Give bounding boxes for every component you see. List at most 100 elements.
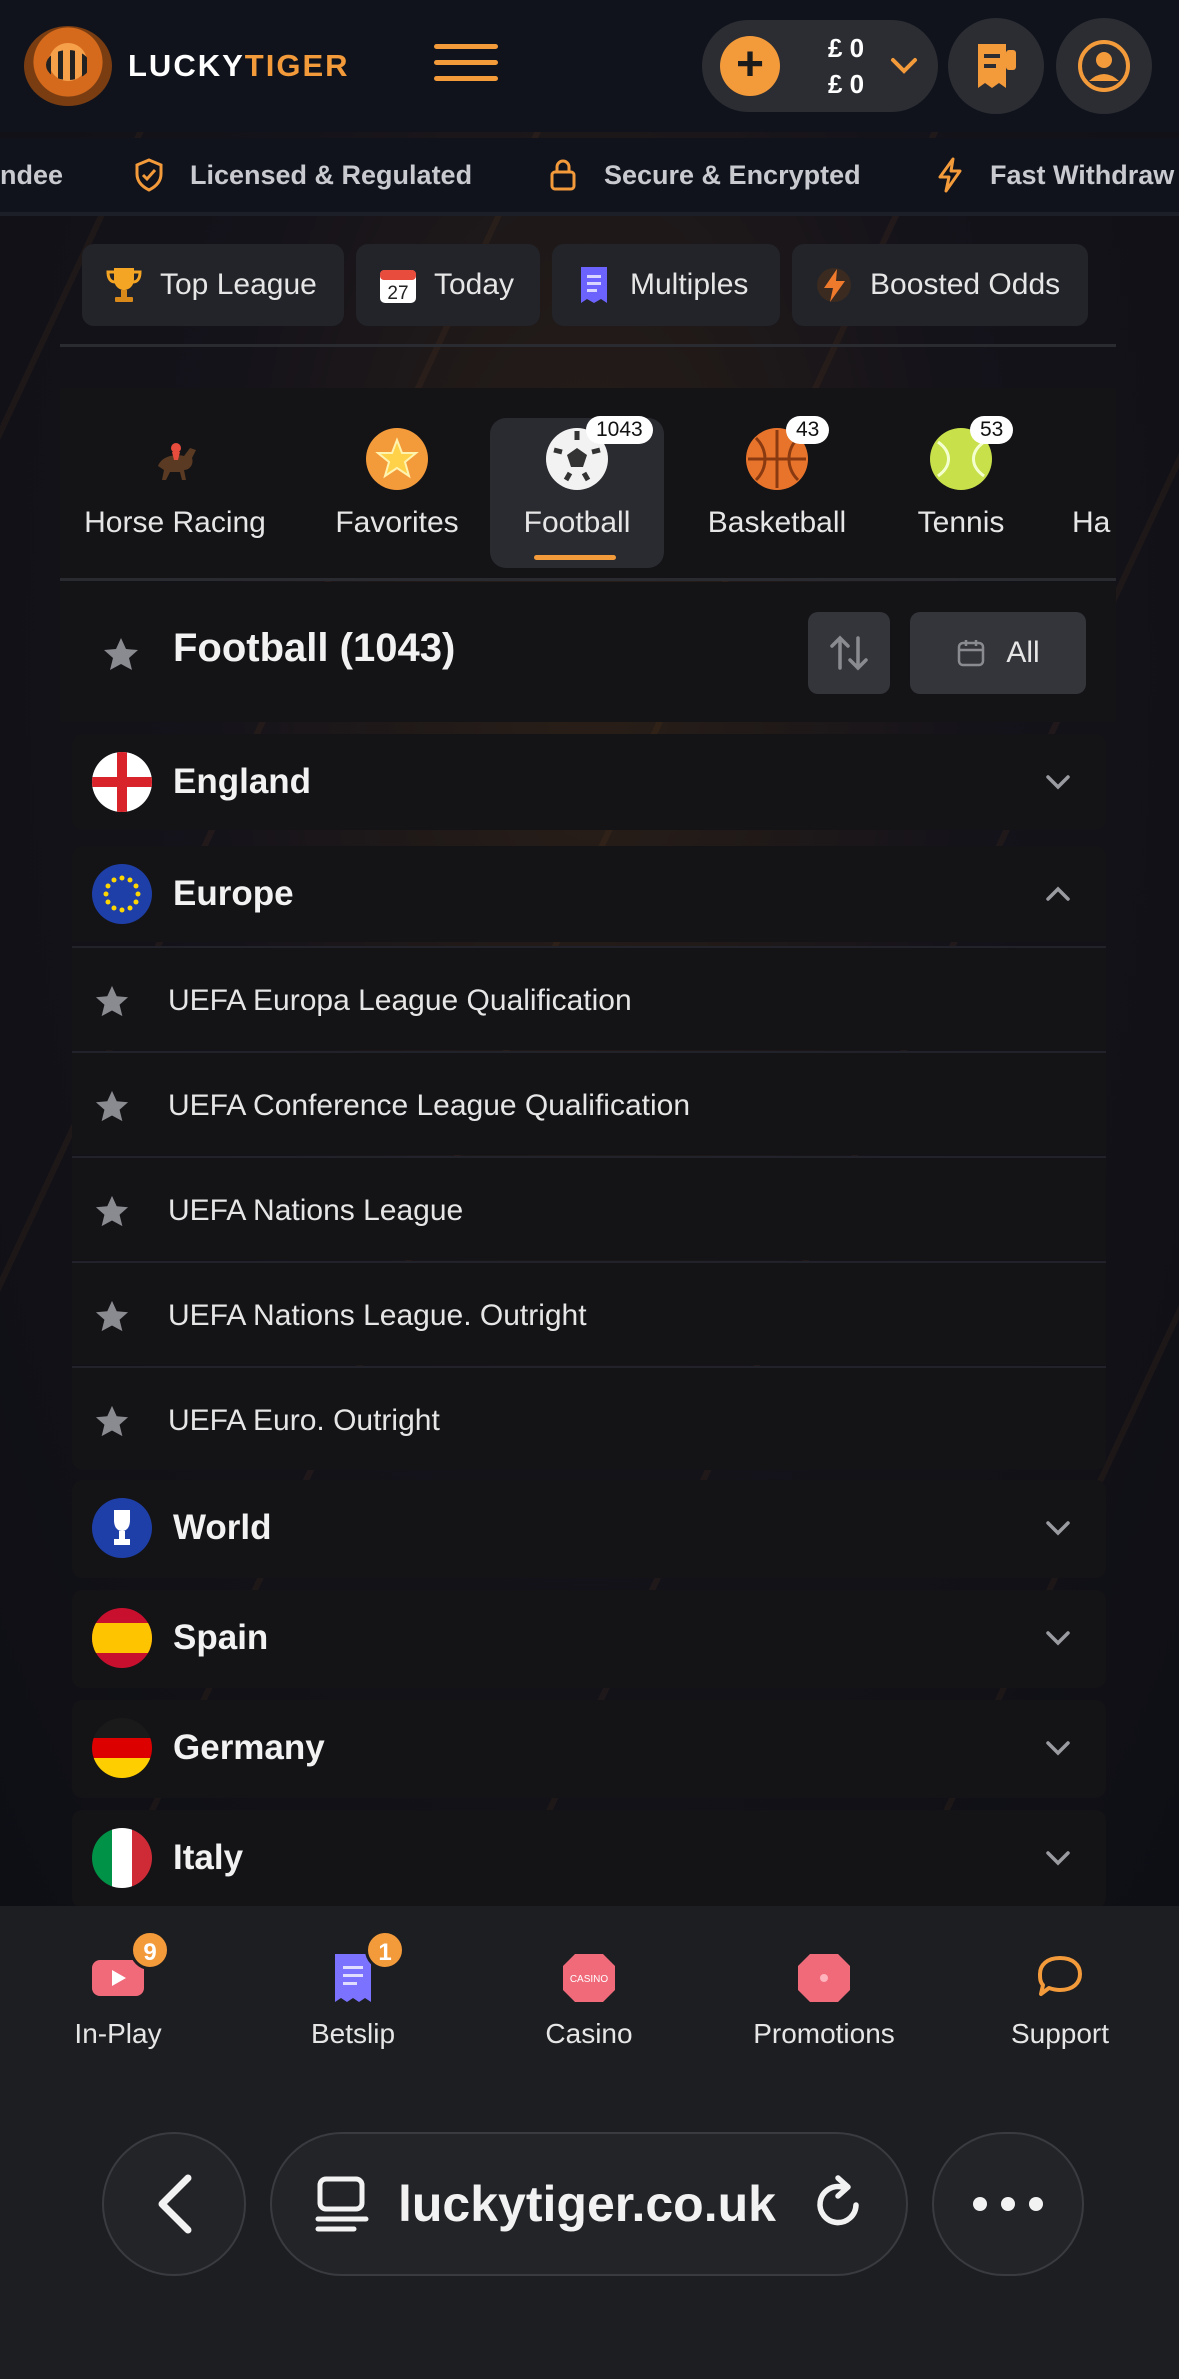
deposit-plus-icon[interactable]: + [720, 36, 780, 96]
horse-icon [144, 428, 206, 490]
star-icon[interactable] [94, 1089, 130, 1123]
brand-name: LUCKYTIGER [128, 48, 350, 83]
ticker-item: ndee [0, 159, 64, 190]
tabs-icon [315, 2176, 369, 2232]
nav-promotions[interactable]: Promotions [724, 1952, 924, 2050]
league-row[interactable]: UEFA Nations League [72, 1156, 1106, 1260]
chevron-down-icon[interactable] [890, 49, 918, 83]
quick-link-multiples[interactable]: Multiples [552, 244, 780, 326]
league-name: UEFA Nations League. Outright [168, 1299, 587, 1332]
balance-main: £ 0 [828, 33, 865, 63]
country-row-europe[interactable]: Europe [72, 846, 1106, 942]
calendar-icon [958, 640, 985, 667]
reload-icon[interactable] [812, 2175, 866, 2233]
star-icon[interactable] [94, 984, 130, 1018]
trophy-icon [104, 265, 144, 305]
lock-icon [550, 159, 576, 191]
sport-label: Ha [1072, 506, 1111, 539]
chevron-down-icon [1046, 1521, 1070, 1536]
active-tab-indicator [534, 555, 616, 560]
shield-check-icon [135, 158, 163, 192]
user-icon [1078, 40, 1130, 92]
league-name: UEFA Conference League Qualification [168, 1089, 690, 1122]
site-header: LUCKYTIGER + £ 0 £ 0 [0, 0, 1179, 132]
nav-in-play[interactable]: 9 In-Play [18, 1930, 218, 2050]
sport-label: Tennis [917, 506, 1005, 539]
tiger-logo-icon [24, 26, 112, 106]
lightning-icon [814, 265, 854, 305]
chevron-down-icon [1046, 1851, 1070, 1866]
sort-icon [830, 635, 868, 671]
quick-link-boosted-odds[interactable]: Boosted Odds [792, 244, 1088, 326]
count-badge: 53 [970, 416, 1014, 444]
ticker-item: Licensed & Regulated [134, 158, 472, 192]
nav-betslip[interactable]: 1 Betslip [253, 1930, 453, 2050]
wallet-balance[interactable]: + £ 0 £ 0 [702, 20, 938, 112]
league-row[interactable]: UEFA Nations League. Outright [72, 1261, 1106, 1365]
country-row-spain[interactable]: Spain [72, 1590, 1106, 1688]
divider [60, 344, 1116, 347]
chevron-left-icon [158, 2174, 192, 2234]
nav-support[interactable]: Support [960, 1952, 1160, 2050]
nav-label: Betslip [310, 2018, 396, 2049]
nav-label: In-Play [74, 2018, 162, 2049]
country-row-italy[interactable]: Italy [72, 1810, 1106, 1908]
more-button[interactable] [932, 2132, 1084, 2276]
menu-icon[interactable] [434, 44, 498, 88]
quick-link-today[interactable]: 27 Today [356, 244, 540, 326]
star-icon[interactable] [102, 636, 140, 672]
account-button[interactable] [1056, 18, 1152, 114]
svg-text:27: 27 [387, 283, 408, 304]
sport-label: Football [523, 506, 631, 539]
lightning-icon [938, 157, 962, 193]
star-icon[interactable] [94, 1194, 130, 1228]
bottom-nav: 9 In-Play 1 Betslip CASINO Casino Promot… [0, 1906, 1179, 2076]
back-button[interactable] [102, 2132, 246, 2276]
promotions-icon [796, 1952, 852, 2002]
tab-football[interactable]: 1043 Football [490, 416, 664, 568]
nav-label: Casino [545, 2018, 633, 2049]
chevron-down-icon [1046, 775, 1070, 790]
europe-flag-icon [92, 864, 152, 924]
ticket-icon [574, 265, 614, 305]
count-badge: 43 [786, 416, 830, 444]
bet-history-button[interactable] [948, 18, 1044, 114]
sport-label: Horse Racing [84, 506, 266, 539]
chat-bubble-icon [1032, 1952, 1088, 2000]
casino-icon: CASINO [561, 1952, 617, 2002]
italy-flag-icon [92, 1828, 152, 1888]
england-flag-icon [92, 752, 152, 812]
tab-favorites[interactable]: Favorites [322, 418, 472, 568]
page-title: Football (1043) [173, 626, 456, 670]
betslip-count-badge: 1 [365, 1930, 405, 1970]
league-row[interactable]: UEFA Europa League Qualification [72, 946, 1106, 1050]
tab-horse-racing[interactable]: Horse Racing [82, 418, 268, 568]
league-name: UEFA Europa League Qualification [168, 984, 632, 1017]
betslip-icon: 1 [325, 1930, 405, 2002]
basketball-icon: 43 [746, 416, 830, 490]
country-row-england[interactable]: England [72, 734, 1106, 830]
logo[interactable]: LUCKYTIGER [24, 26, 350, 106]
in-play-count-badge: 9 [130, 1930, 170, 1970]
spain-flag-icon [92, 1608, 152, 1668]
address-bar[interactable]: luckytiger.co.uk [270, 2132, 908, 2276]
receipt-icon [978, 44, 1016, 88]
quick-link-top-league[interactable]: Top League [82, 244, 344, 326]
country-name: Italy [173, 1838, 244, 1877]
tab-tennis[interactable]: 53 Tennis [896, 416, 1026, 568]
sort-button[interactable] [808, 612, 890, 694]
country-name: World [173, 1508, 272, 1547]
tab-partial[interactable]: Ha [1072, 418, 1116, 568]
germany-flag-icon [92, 1718, 152, 1778]
divider [60, 578, 1116, 581]
tab-basketball[interactable]: 43 Basketball [686, 416, 868, 568]
league-row[interactable]: UEFA Conference League Qualification [72, 1051, 1106, 1155]
star-icon[interactable] [94, 1299, 130, 1333]
date-filter-button[interactable]: All [910, 612, 1086, 694]
nav-casino[interactable]: CASINO Casino [489, 1952, 689, 2050]
calendar-icon: 27 [378, 265, 418, 305]
league-row[interactable]: UEFA Euro. Outright [72, 1366, 1106, 1470]
country-row-world[interactable]: World [72, 1480, 1106, 1578]
star-icon[interactable] [94, 1404, 130, 1438]
country-row-germany[interactable]: Germany [72, 1700, 1106, 1798]
